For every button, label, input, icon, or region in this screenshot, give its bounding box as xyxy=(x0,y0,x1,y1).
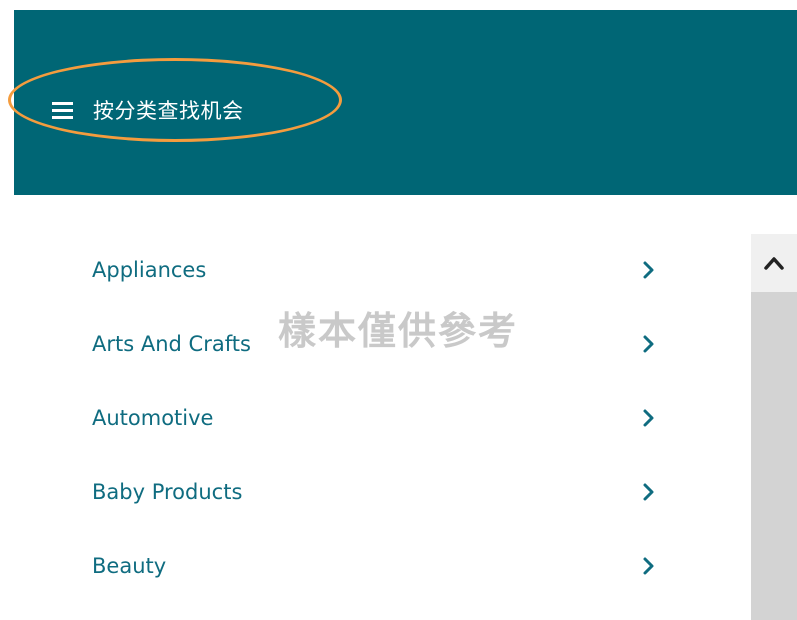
chevron-right-icon[interactable] xyxy=(638,556,658,576)
category-list: Appliances Arts And Crafts Automotive Ba… xyxy=(0,233,700,603)
category-label[interactable]: Beauty xyxy=(92,552,166,580)
category-item-beauty[interactable]: Beauty xyxy=(0,529,700,603)
chevron-up-icon[interactable] xyxy=(763,255,785,271)
category-label[interactable]: Arts And Crafts xyxy=(92,330,251,358)
category-item-appliances[interactable]: Appliances xyxy=(0,233,700,307)
page: 按分类查找机会 Appliances Arts And Crafts Autom… xyxy=(0,0,797,620)
header-title: 按分类查找机会 xyxy=(93,99,244,123)
category-item-arts-and-crafts[interactable]: Arts And Crafts xyxy=(0,307,700,381)
chevron-right-icon[interactable] xyxy=(638,260,658,280)
chevron-right-icon[interactable] xyxy=(638,482,658,502)
scrollbar[interactable] xyxy=(751,234,797,620)
category-header: 按分类查找机会 xyxy=(14,10,797,195)
hamburger-menu-icon[interactable] xyxy=(52,101,73,119)
category-label[interactable]: Appliances xyxy=(92,256,206,284)
category-label[interactable]: Automotive xyxy=(92,404,213,432)
category-item-automotive[interactable]: Automotive xyxy=(0,381,700,455)
chevron-right-icon[interactable] xyxy=(638,334,658,354)
chevron-right-icon[interactable] xyxy=(638,408,658,428)
browse-by-category-toggle[interactable]: 按分类查找机会 xyxy=(52,86,244,134)
category-item-baby-products[interactable]: Baby Products xyxy=(0,455,700,529)
scroll-up-button[interactable] xyxy=(751,234,797,292)
category-label[interactable]: Baby Products xyxy=(92,478,242,506)
